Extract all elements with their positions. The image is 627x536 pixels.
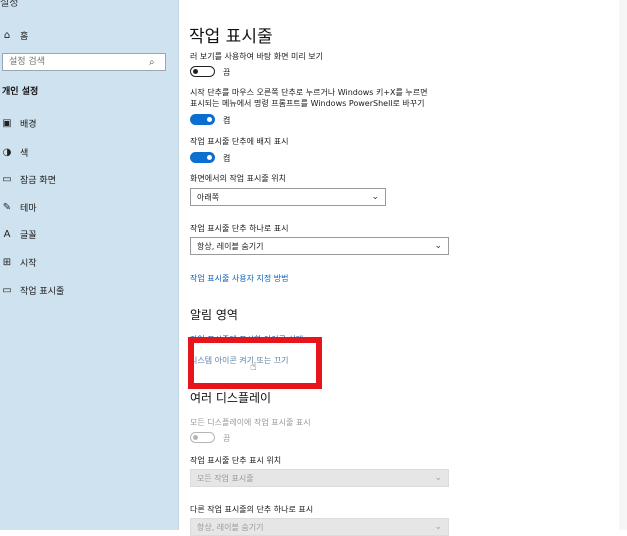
sidebar-item-label: 글꼴 [20, 230, 37, 241]
badges-toggle[interactable] [190, 152, 215, 163]
peek-toggle[interactable] [190, 66, 215, 77]
sidebar-item-fonts[interactable]: A 글꼴 [0, 225, 37, 243]
powershell-toggle[interactable] [190, 114, 215, 125]
sidebar-section-title: 개인 설정 [2, 87, 39, 97]
sidebar-item-label: 배경 [20, 119, 37, 130]
powershell-state: 켬 [223, 116, 231, 125]
chevron-down-icon: ⌄ [371, 192, 379, 202]
home-icon: ⌂ [3, 29, 11, 41]
image-icon: ▣ [2, 117, 12, 129]
sidebar-item-lock-screen[interactable]: ▭ 잠금 화면 [0, 170, 56, 188]
select-icons-link[interactable]: 작업 표시줄에 표시할 아이콘 선택 [190, 334, 303, 345]
sidebar-item-taskbar[interactable]: ▭ 작업 표시줄 [0, 281, 64, 299]
search-input[interactable] [7, 56, 149, 68]
all-displays-label: 모든 디스플레이에 작업 표시줄 표시 [190, 418, 311, 427]
peek-state: 끔 [223, 68, 231, 77]
powershell-label-line1: 시작 단추를 마우스 오른쪽 단추로 누르거나 Windows 키+X를 누르면 [190, 88, 428, 97]
chevron-down-icon: ⌄ [434, 241, 442, 251]
customize-taskbar-link[interactable]: 작업 표시줄 사용자 지정 방법 [190, 273, 289, 284]
show-buttons-label: 작업 표시줄 단추 표시 위치 [190, 456, 282, 465]
badges-label: 작업 표시줄 단추에 배지 표시 [190, 137, 289, 146]
sidebar: 설정 ⌂ 홈 ⌕ 개인 설정 ▣ 배경 ◑ 색 ▭ 잠금 화면 ✎ 테마 A 글… [0, 0, 179, 530]
powershell-label-line2: 표시되는 메뉴에서 명령 프롬프트를 Windows PowerShell로 바… [190, 99, 425, 108]
sidebar-item-color[interactable]: ◑ 색 [0, 143, 29, 161]
all-displays-state: 끔 [223, 434, 231, 443]
main-content: 작업 표시줄 러 보기를 사용하여 바탕 화면 미리 보기 끔 시작 단추를 마… [179, 0, 627, 536]
sidebar-item-label: 작업 표시줄 [20, 286, 65, 297]
sidebar-item-home[interactable]: ⌂ 홈 [0, 26, 28, 44]
search-box[interactable]: ⌕ [2, 53, 166, 71]
sidebar-item-label: 잠금 화면 [20, 175, 56, 186]
scrollbar-track[interactable] [619, 0, 627, 530]
search-icon[interactable]: ⌕ [149, 57, 155, 68]
combine-label: 작업 표시줄 단추 하나로 표시 [190, 224, 289, 233]
sidebar-top-label: 설정 [0, 0, 19, 9]
sidebar-item-label: 시작 [20, 258, 37, 269]
location-dropdown[interactable]: 아래쪽 ⌄ [190, 188, 386, 206]
sidebar-item-label: 테마 [20, 203, 37, 214]
palette-icon: ◑ [2, 146, 12, 158]
hand-cursor-icon: ☝ [250, 360, 257, 373]
font-icon: A [3, 228, 11, 240]
other-combine-label: 다른 작업 표시줄의 단추 하나로 표시 [190, 505, 314, 514]
all-displays-toggle[interactable] [190, 432, 215, 443]
combine-dropdown[interactable]: 항상, 레이블 숨기기 ⌄ [190, 237, 449, 255]
lock-screen-icon: ▭ [2, 173, 12, 185]
sidebar-item-label: 색 [20, 148, 29, 159]
notification-area-heading: 알림 영역 [190, 308, 238, 322]
badges-state: 켬 [223, 154, 231, 163]
system-icons-link[interactable]: 시스템 아이콘 켜기 또는 끄기 [190, 355, 289, 366]
other-combine-value: 항상, 레이블 숨기기 [197, 522, 264, 532]
chevron-down-icon: ⌄ [434, 522, 442, 532]
location-label: 화면에서의 작업 표시줄 위치 [190, 174, 286, 183]
combine-value: 항상, 레이블 숨기기 [197, 241, 264, 251]
page-title: 작업 표시줄 [189, 27, 273, 47]
location-value: 아래쪽 [197, 192, 220, 202]
sidebar-item-label: 홈 [20, 31, 29, 42]
show-buttons-value: 모든 작업 표시줄 [197, 473, 254, 483]
chevron-down-icon: ⌄ [434, 473, 442, 483]
sidebar-item-background[interactable]: ▣ 배경 [0, 114, 37, 132]
other-combine-dropdown[interactable]: 항상, 레이블 숨기기 ⌄ [190, 518, 449, 536]
taskbar-icon: ▭ [2, 284, 12, 296]
sidebar-item-theme[interactable]: ✎ 테마 [0, 198, 37, 216]
sidebar-item-start[interactable]: ⊞ 시작 [0, 253, 37, 271]
show-buttons-dropdown[interactable]: 모든 작업 표시줄 ⌄ [190, 469, 449, 487]
start-icon: ⊞ [2, 256, 12, 268]
theme-icon: ✎ [2, 201, 12, 213]
multiple-displays-heading: 여러 디스플레이 [190, 391, 272, 405]
peek-label: 러 보기를 사용하여 바탕 화면 미리 보기 [190, 52, 324, 61]
